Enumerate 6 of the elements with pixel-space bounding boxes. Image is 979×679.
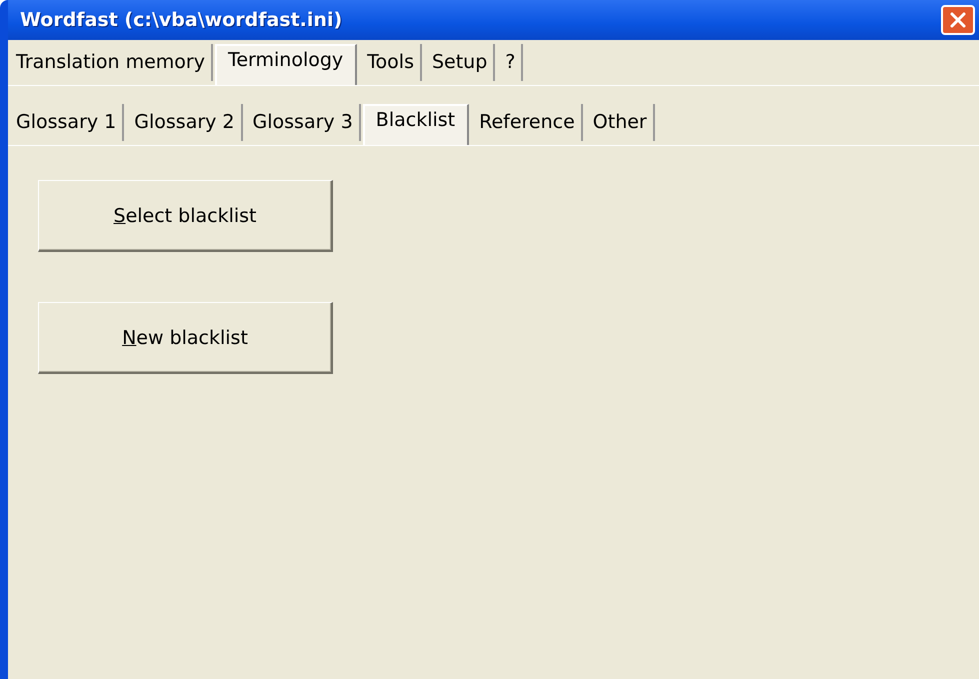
action-button[interactable]: New blacklist	[38, 302, 333, 374]
window-title: Wordfast (c:\vba\wordfast.ini)	[20, 9, 342, 31]
action-button[interactable]: Select blacklist	[38, 180, 333, 252]
tab[interactable]: Terminology	[214, 44, 358, 85]
close-button[interactable]	[941, 5, 975, 35]
tab[interactable]: Blacklist	[362, 104, 470, 145]
